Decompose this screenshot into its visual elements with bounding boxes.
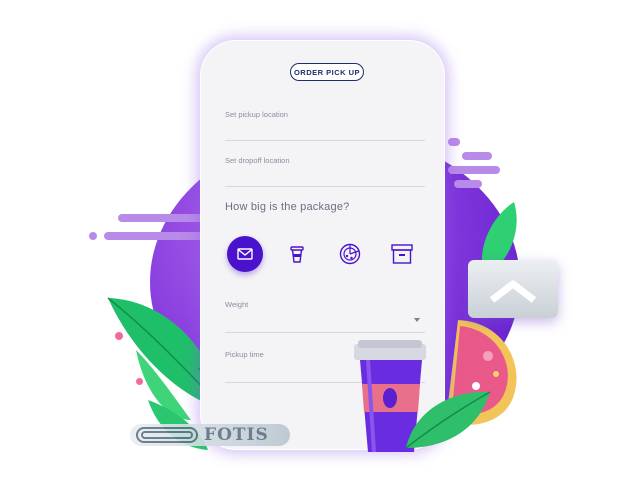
- order-pick-up-title: ORDER PICK UP: [290, 63, 364, 81]
- envelope-icon: [489, 280, 537, 303]
- motion-line: [462, 152, 492, 160]
- package-size-question: How big is the package?: [225, 201, 350, 213]
- paperclip-icon: [136, 427, 198, 443]
- dropoff-location-input[interactable]: [225, 186, 425, 187]
- weight-dropdown[interactable]: [225, 332, 425, 333]
- dropoff-location-label: Set dropoff location: [225, 156, 290, 165]
- motion-dot: [89, 232, 97, 240]
- chevron-down-icon: [414, 318, 420, 322]
- weight-label: Weight: [225, 300, 249, 309]
- motion-line: [118, 214, 203, 222]
- motion-line: [104, 232, 204, 240]
- size-option-cup[interactable]: [279, 236, 315, 272]
- envelope-card-illustration: [468, 260, 558, 318]
- pizza-icon: [339, 243, 361, 265]
- envelope-icon: [237, 248, 253, 260]
- coffee-cup-icon: [290, 246, 304, 263]
- pickup-location-input[interactable]: [225, 140, 425, 141]
- leaves-right-illustration: [405, 391, 491, 449]
- illustration-scene: ORDER PICK UP Set pickup location Set dr…: [0, 0, 640, 480]
- motion-line: [448, 138, 460, 146]
- pickup-location-label: Set pickup location: [225, 110, 288, 119]
- watermark-logo: FOTIS: [130, 424, 290, 446]
- motion-line: [454, 180, 482, 188]
- size-option-pizza[interactable]: [332, 236, 368, 272]
- watermark-text: FOTIS: [204, 425, 269, 445]
- pickup-time-label: Pickup time: [225, 350, 264, 359]
- size-option-envelope[interactable]: [227, 236, 263, 272]
- box-icon: [391, 244, 413, 264]
- motion-line: [448, 166, 500, 174]
- size-option-box[interactable]: [384, 236, 420, 272]
